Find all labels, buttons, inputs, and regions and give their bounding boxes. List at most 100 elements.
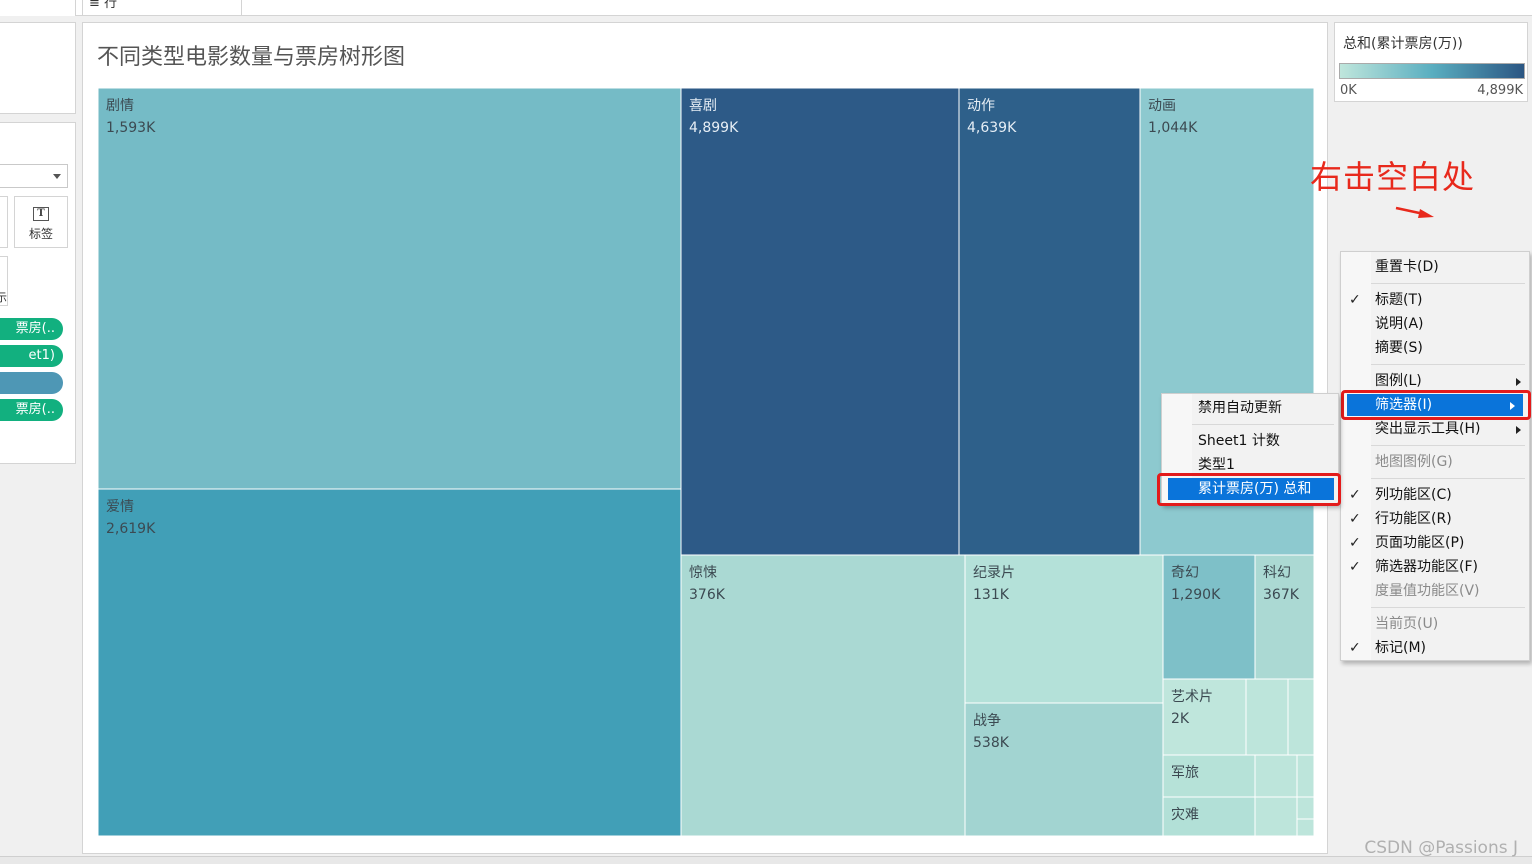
treemap-small-tile[interactable]	[1287, 678, 1315, 756]
submenu-item-sheet1-count[interactable]: Sheet1 计数	[1162, 430, 1338, 452]
legend-max-label: 4,899K	[1477, 83, 1523, 98]
treemap-tile-label: 剧情	[106, 98, 134, 114]
highlight-box	[1157, 473, 1341, 506]
highlight-box	[1341, 390, 1531, 420]
treemap-tile[interactable]	[97, 488, 682, 837]
filter-submenu: 禁用自动更新 Sheet1 计数 类型1 累计票房(万) 总和	[1157, 393, 1341, 506]
treemap-tile-label: 军旅	[1171, 765, 1199, 781]
treemap-tile-value: 4,639K	[967, 120, 1017, 136]
submenu-arrow-icon	[1516, 378, 1521, 386]
top-left-pane	[0, 0, 76, 16]
menu-item-measure-values: 度量值功能区(V)	[1341, 580, 1529, 602]
treemap-chart: 剧情 1,593K 爱情 2,619K 喜剧 4,899K 动作 4,639K 动画 1,044K…	[97, 87, 1315, 837]
top-shelf-bar: ≡ 行	[0, 0, 1532, 16]
menu-item-title[interactable]: ✓ 标题(T)	[1341, 289, 1529, 311]
pill-label: et1)	[28, 348, 55, 363]
menu-item-label: 行功能区(R)	[1375, 511, 1452, 527]
menu-item-legend[interactable]: 图例(L)	[1341, 370, 1529, 392]
checkmark-icon: ✓	[1349, 487, 1361, 503]
treemap-small-tile[interactable]	[1254, 796, 1298, 837]
menu-item-label: 突出显示工具(H)	[1375, 421, 1481, 437]
treemap-tile[interactable]	[97, 87, 682, 490]
label-button-text: 标签	[28, 227, 53, 241]
worksheet-view[interactable]: 不同类型电影数量与票房树形图 剧情 1,593K 爱情 2,619K 喜剧 4,899K 动…	[82, 22, 1328, 854]
menu-item-label: 说明(A)	[1375, 316, 1424, 332]
marks-color-button[interactable]	[0, 196, 8, 248]
treemap-tile-label: 动作	[967, 98, 995, 114]
mark-type-dropdown[interactable]	[0, 164, 68, 188]
treemap-tile-label: 纪录片	[973, 565, 1015, 581]
left-pane-top	[0, 22, 76, 114]
chevron-down-icon	[53, 174, 61, 179]
submenu-item-label: Sheet1 计数	[1198, 433, 1280, 449]
treemap-small-tile[interactable]	[1245, 678, 1289, 756]
menu-item-label: 页面功能区(P)	[1375, 535, 1465, 551]
marks-tooltip-button[interactable]: 示	[0, 256, 8, 306]
treemap-tile[interactable]	[680, 87, 960, 556]
tooltip-button-text: 示	[0, 289, 7, 305]
legend-color-ramp	[1339, 63, 1525, 79]
marks-label-button[interactable]: T 标签	[14, 196, 68, 248]
sheet-tabs-bar	[0, 856, 1532, 864]
menu-item-filters-shelf[interactable]: ✓ 筛选器功能区(F)	[1341, 556, 1529, 578]
pill-label: 票房(..	[15, 402, 55, 417]
menu-item-highlighter[interactable]: 突出显示工具(H)	[1341, 418, 1529, 440]
text-label-icon: T	[33, 207, 49, 221]
marks-field-pill[interactable]: 票房(..	[0, 399, 63, 421]
submenu-item-label: 禁用自动更新	[1198, 400, 1282, 416]
marks-field-pill[interactable]: 票房(..	[0, 318, 63, 340]
treemap-small-tile[interactable]	[1296, 754, 1315, 798]
menu-item-label: 摘要(S)	[1375, 340, 1423, 356]
treemap-tile-label: 喜剧	[689, 98, 717, 114]
marks-field-pill[interactable]: et1)	[0, 345, 63, 367]
treemap-small-tile[interactable]	[1296, 818, 1315, 837]
treemap-tile-value: 4,899K	[689, 120, 739, 136]
menu-item-columns-shelf[interactable]: ✓ 列功能区(C)	[1341, 484, 1529, 506]
marks-field-pill[interactable]	[0, 372, 63, 394]
menu-separator	[1371, 445, 1525, 446]
checkmark-icon: ✓	[1349, 559, 1361, 575]
menu-item-caption[interactable]: 说明(A)	[1341, 313, 1529, 335]
checkmark-icon: ✓	[1349, 640, 1361, 656]
menu-item-pages-shelf[interactable]: ✓ 页面功能区(P)	[1341, 532, 1529, 554]
menu-separator	[1371, 607, 1525, 608]
checkmark-icon: ✓	[1349, 535, 1361, 551]
context-menu: 重置卡(D) ✓ 标题(T) 说明(A) 摘要(S) 图例(L) 筛选器(I) 突出显示工具(…	[1340, 251, 1531, 661]
treemap-tile-value: 538K	[973, 735, 1010, 751]
menu-item-label: 筛选器功能区(F)	[1375, 559, 1478, 575]
treemap-tile-value: 131K	[973, 587, 1010, 603]
submenu-item-disable-auto-update[interactable]: 禁用自动更新	[1162, 397, 1338, 419]
treemap-small-tile[interactable]	[1296, 796, 1315, 820]
treemap-tile[interactable]	[958, 87, 1141, 556]
color-legend[interactable]: 总和(累计票房(万)) 0K 4,899K	[1334, 22, 1528, 102]
menu-item-label: 列功能区(C)	[1375, 487, 1452, 503]
treemap-tile-value: 1,290K	[1171, 587, 1221, 603]
treemap-tile-label: 灾难	[1171, 806, 1199, 823]
legend-title: 总和(累计票房(万))	[1343, 36, 1463, 52]
menu-item-label: 标记(M)	[1375, 640, 1427, 656]
treemap-small-tile[interactable]	[1254, 754, 1298, 798]
menu-item-marks[interactable]: ✓ 标记(M)	[1341, 637, 1529, 659]
treemap-tile-label: 爱情	[106, 499, 134, 515]
menu-item-rows-shelf[interactable]: ✓ 行功能区(R)	[1341, 508, 1529, 530]
treemap-tile-label: 惊悚	[689, 565, 717, 581]
treemap-tile-label: 战争	[973, 713, 1001, 729]
treemap-tile-value: 1,593K	[106, 120, 156, 136]
treemap-tile-label: 奇幻	[1171, 564, 1199, 581]
menu-item-label: 图例(L)	[1375, 373, 1422, 389]
menu-item-label: 地图图例(G)	[1375, 454, 1453, 470]
treemap-tile-label: 科幻	[1263, 565, 1291, 581]
submenu-arrow-icon	[1516, 426, 1521, 434]
menu-item-summary[interactable]: 摘要(S)	[1341, 337, 1529, 359]
treemap-tile-label: 动画	[1148, 98, 1176, 114]
menu-item-label: 度量值功能区(V)	[1375, 583, 1480, 599]
treemap-tile-value: 367K	[1263, 587, 1300, 603]
menu-item-map-legend: 地图图例(G)	[1341, 451, 1529, 473]
menu-separator	[1371, 478, 1525, 479]
rows-shelf[interactable]: ≡ 行	[82, 0, 242, 16]
menu-item-label: 当前页(U)	[1375, 616, 1439, 632]
legend-min-label: 0K	[1340, 83, 1357, 98]
treemap-tile-label: 艺术片	[1171, 689, 1213, 705]
menu-separator	[1371, 364, 1525, 365]
menu-item-reset[interactable]: 重置卡(D)	[1341, 256, 1529, 278]
